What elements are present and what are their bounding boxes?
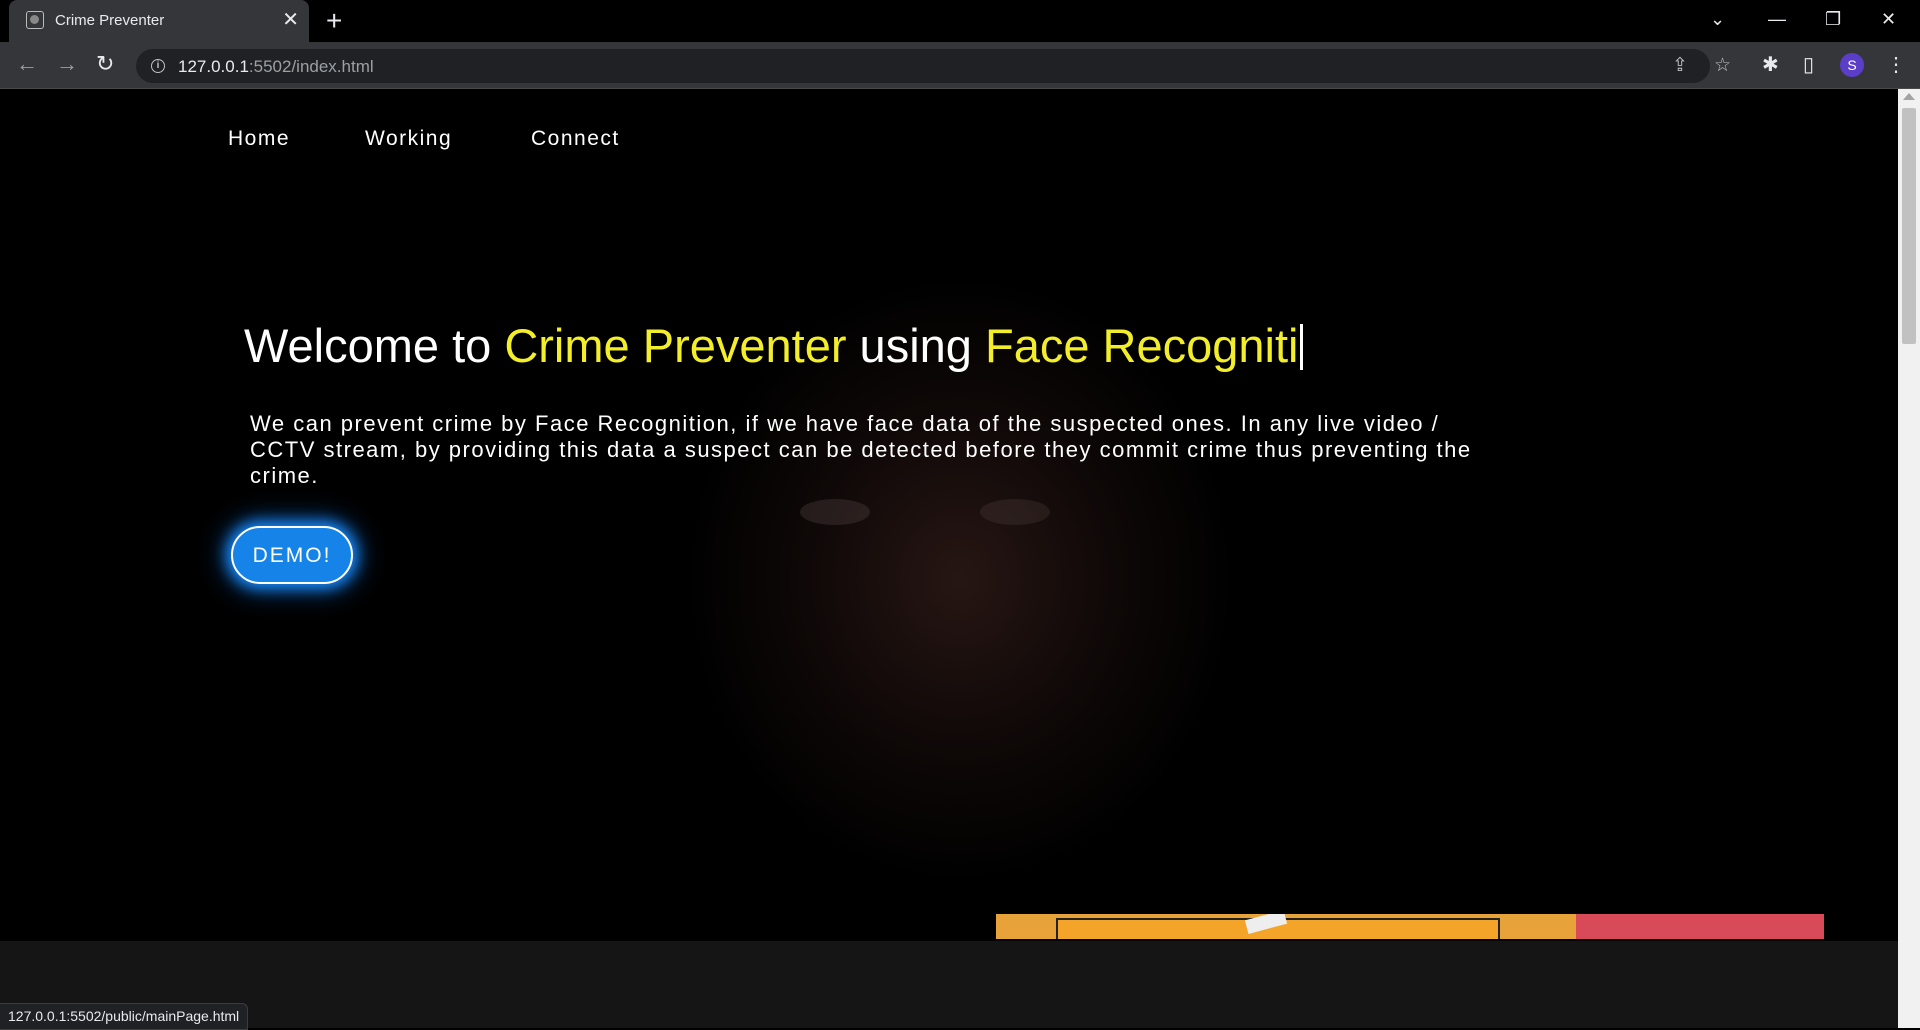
reload-icon[interactable]: ↻ (96, 51, 114, 77)
share-icon[interactable]: ⇪ (1672, 54, 1688, 77)
tab-search-icon[interactable]: ⌄ (1710, 6, 1725, 32)
side-panel-icon[interactable]: ▯ (1803, 52, 1814, 78)
page-viewport: Home Working Connect Welcome to Crime Pr… (0, 89, 1898, 1028)
typing-cursor (1300, 324, 1304, 370)
profile-avatar[interactable]: S (1840, 53, 1864, 77)
kebab-menu-icon[interactable]: ⋮ (1886, 52, 1906, 78)
demo-button[interactable]: DEMO! (231, 526, 353, 584)
sign-panel-right (1576, 914, 1824, 939)
headline-part-1: Welcome to (244, 319, 505, 372)
scroll-up-arrow-icon[interactable] (1903, 93, 1915, 100)
url-path: :5502/index.html (248, 57, 374, 76)
headline-highlight-2: Face Recogniti (984, 319, 1299, 372)
headline-part-2: using (846, 319, 985, 372)
status-bar-url: 127.0.0.1:5502/public/mainPage.html (0, 1003, 249, 1030)
info-icon[interactable]: i (151, 59, 165, 73)
url-text[interactable]: 127.0.0.1:5502/index.html (178, 57, 374, 77)
restore-button[interactable]: ❐ (1825, 6, 1841, 32)
url-host: 127.0.0.1 (178, 57, 249, 76)
hero-section: Home Working Connect Welcome to Crime Pr… (0, 89, 1898, 941)
next-section (0, 941, 1898, 1028)
address-bar[interactable]: i 127.0.0.1:5502/index.html ⇪ ☆ (136, 49, 1731, 83)
cctv-sign-image (996, 914, 1824, 939)
close-window-button[interactable]: ✕ (1881, 6, 1896, 32)
nav-link-home[interactable]: Home (228, 127, 290, 151)
new-tab-button[interactable]: + (326, 6, 342, 36)
star-icon[interactable]: ☆ (1714, 54, 1731, 77)
browser-tab[interactable]: Crime Preventer ✕ (9, 0, 309, 42)
nav-link-working[interactable]: Working (365, 127, 452, 151)
browser-tab-bar: Crime Preventer ✕ + ⌄ — ❐ ✕ (0, 0, 1920, 42)
nav-link-connect[interactable]: Connect (531, 127, 620, 151)
minimize-button[interactable]: — (1768, 6, 1786, 32)
scrollbar-thumb[interactable] (1902, 108, 1916, 344)
tab-close-icon[interactable]: ✕ (282, 9, 299, 31)
description-text: We can prevent crime by Face Recognition… (250, 411, 1472, 488)
page-title: Welcome to Crime Preventer using Face Re… (244, 318, 1304, 374)
tab-title: Crime Preventer (55, 12, 165, 29)
page-scrollbar[interactable] (1898, 89, 1920, 1028)
back-icon[interactable]: ← (16, 51, 38, 77)
puzzle-icon[interactable]: ✱ (1762, 52, 1779, 78)
browser-toolbar: ← → ↻ i 127.0.0.1:5502/index.html ⇪ ☆ ✱ … (0, 42, 1920, 89)
forward-icon[interactable]: → (56, 51, 78, 77)
favicon-icon (26, 11, 44, 29)
headline-highlight-1: Crime Preventer (504, 319, 847, 372)
